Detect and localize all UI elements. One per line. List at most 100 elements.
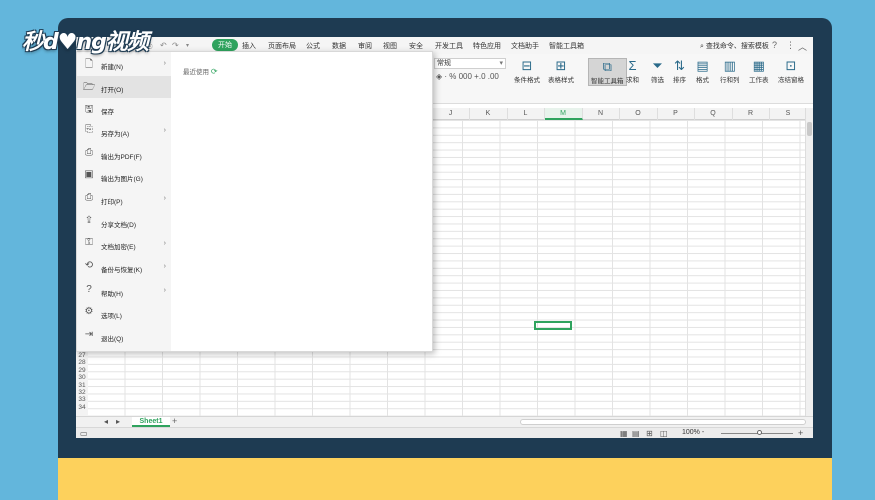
ribbon-button-6[interactable]: ▤ 格式 — [696, 58, 709, 84]
row-header-34[interactable]: 34 — [76, 404, 88, 411]
file-menu-item-label: 输出为PDF(F) — [101, 154, 142, 161]
row-header-27[interactable]: 27 — [76, 352, 88, 359]
ribbon-button-5[interactable]: ⇅ 排序 — [673, 58, 686, 84]
recent-files-label: 最近使用 — [183, 69, 209, 76]
save-as-icon: ⎘ — [85, 124, 93, 135]
tab-11[interactable]: 智能工具箱 — [549, 41, 584, 51]
ribbon-button-1[interactable]: ⊞ 表格样式 — [548, 58, 574, 84]
open-folder-icon: 🗁 — [83, 82, 96, 93]
collapse-ribbon-icon[interactable]: ︿ — [798, 40, 807, 53]
row-header-32[interactable]: 32 — [76, 389, 88, 396]
reading-mode-icon[interactable]: ◫ — [660, 429, 668, 438]
rows-cols-icon: ▥ — [723, 58, 736, 73]
column-header-K[interactable]: K — [470, 108, 508, 120]
watermark-logo: 秒d♥ng视频 — [22, 30, 149, 55]
file-menu-item-9[interactable]: ⟲ 备份与恢复(K) › — [77, 256, 171, 278]
chevron-right-icon: › — [163, 127, 166, 134]
file-menu-item-0[interactable]: 🗋 新建(N) › — [77, 53, 171, 75]
help-icon[interactable]: ? — [772, 40, 777, 50]
column-header-Q[interactable]: Q — [695, 108, 733, 120]
tab-5[interactable]: 审阅 — [358, 41, 372, 51]
zoom-in-icon[interactable]: + — [798, 428, 803, 438]
ribbon-button-9[interactable]: ⊡ 冻结窗格 — [778, 58, 804, 84]
save-icon: 🖫 — [84, 104, 94, 115]
file-menu-item-12[interactable]: ⇥ 退出(Q) — [77, 325, 171, 347]
selected-cell[interactable] — [534, 321, 572, 330]
row-header-33[interactable]: 33 — [76, 396, 88, 403]
file-menu-item-4[interactable]: ⎙ 输出为PDF(F) — [77, 143, 171, 165]
ribbon-button-label: 筛选 — [651, 77, 664, 84]
column-header-S[interactable]: S — [770, 108, 808, 120]
ribbon-button-8[interactable]: ▦ 工作表 — [749, 58, 769, 84]
scroll-thumb[interactable] — [807, 122, 812, 136]
tab-3[interactable]: 公式 — [306, 41, 320, 51]
column-header-J[interactable]: J — [432, 108, 470, 120]
video-bottom-bar — [58, 458, 832, 500]
number-format-select[interactable]: 常规 ▾ — [434, 58, 506, 69]
more-icon[interactable]: ⋮ — [786, 40, 795, 51]
sheet-tab-sheet1[interactable]: Sheet1 — [132, 417, 170, 427]
file-menu-item-3[interactable]: ⎘ 另存为(A) › — [77, 120, 171, 142]
file-menu-item-2[interactable]: 🖫 保存 — [77, 98, 171, 120]
row-header-28[interactable]: 28 — [76, 359, 88, 366]
column-header-N[interactable]: N — [582, 108, 620, 120]
file-menu-panel: 🗋 新建(N) › 🗁 打开(O) 🖫 保存 ⎘ 另存为(A) › ⎙ 输出为PDF(F) ▣ 输出为图片… — [76, 51, 433, 352]
column-header-L[interactable]: L — [507, 108, 545, 120]
vertical-scrollbar[interactable] — [805, 108, 813, 416]
column-header-O[interactable]: O — [620, 108, 658, 120]
normal-view-icon[interactable]: ▦ — [620, 429, 628, 438]
horizontal-scrollbar[interactable] — [520, 419, 806, 425]
format-icon: ▤ — [696, 58, 709, 73]
ribbon-button-2[interactable]: ⧉ 智能工具箱 — [588, 58, 627, 86]
new-file-icon: 🗋 — [84, 59, 94, 70]
column-headers: JKLMNOPQRS — [432, 108, 813, 120]
refresh-icon[interactable]: ⟳ — [211, 67, 218, 76]
sort-icon: ⇅ — [674, 58, 685, 73]
file-menu-item-8[interactable]: ⚿ 文档加密(E) › — [77, 233, 171, 255]
file-menu-item-label: 分享文档(D) — [101, 222, 137, 229]
ribbon-button-0[interactable]: ⊟ 条件格式 — [514, 58, 540, 84]
tab-2[interactable]: 页面布局 — [268, 41, 296, 51]
ribbon-button-4[interactable]: ⏷ 筛选 — [651, 58, 664, 84]
file-menu-item-1[interactable]: 🗁 打开(O) — [77, 76, 171, 98]
tab-10[interactable]: 文档助手 — [511, 41, 539, 51]
customize-icon[interactable]: ▾ — [186, 42, 189, 49]
tab-0[interactable]: 开始 — [212, 39, 238, 51]
file-menu-item-label: 选项(L) — [101, 313, 122, 320]
tab-7[interactable]: 安全 — [409, 41, 423, 51]
sigma-icon: Σ — [628, 58, 637, 73]
macro-icon[interactable]: ▭ — [80, 429, 88, 438]
ribbon-button-3[interactable]: Σ 求和 — [626, 58, 639, 84]
ribbon-button-label: 行和列 — [720, 77, 740, 84]
file-menu-item-6[interactable]: ⎙ 打印(P) › — [77, 188, 171, 210]
row-header-29[interactable]: 29 — [76, 367, 88, 374]
tab-4[interactable]: 数据 — [332, 41, 346, 51]
file-menu-item-7[interactable]: ⇪ 分享文档(D) — [77, 211, 171, 233]
zoom-level[interactable]: 100% - — [682, 429, 704, 436]
tab-8[interactable]: 开发工具 — [435, 41, 463, 51]
page-break-icon[interactable]: ⊞ — [646, 429, 653, 438]
sheet-nav-right-icon[interactable]: ▸ — [116, 417, 120, 426]
ribbon-button-7[interactable]: ▥ 行和列 — [720, 58, 740, 84]
column-header-M[interactable]: M — [544, 108, 583, 120]
ribbon-button-label: 求和 — [626, 77, 639, 84]
undo-icon[interactable]: ↶ — [160, 41, 167, 50]
page-layout-icon[interactable]: ▤ — [632, 429, 640, 438]
tab-1[interactable]: 插入 — [242, 41, 256, 51]
tab-6[interactable]: 视图 — [383, 41, 397, 51]
ribbon-button-label: 条件格式 — [514, 77, 540, 84]
zoom-slider-knob[interactable] — [757, 430, 762, 435]
row-header-30[interactable]: 30 — [76, 374, 88, 381]
column-header-P[interactable]: P — [657, 108, 695, 120]
column-header-R[interactable]: R — [732, 108, 770, 120]
row-header-31[interactable]: 31 — [76, 382, 88, 389]
sheet-nav-left-icon[interactable]: ◂ — [104, 417, 108, 426]
tab-9[interactable]: 特色应用 — [473, 41, 501, 51]
add-sheet-icon[interactable]: + — [172, 416, 177, 426]
file-menu-item-11[interactable]: ⚙ 选项(L) — [77, 302, 171, 324]
redo-icon[interactable]: ↷ — [172, 41, 179, 50]
file-menu-item-10[interactable]: ? 帮助(H) › — [77, 280, 171, 302]
file-menu-item-5[interactable]: ▣ 输出为图片(G) — [77, 165, 171, 187]
command-search[interactable]: ⌕ 查找命令、搜索模板 — [700, 41, 769, 51]
number-format-buttons[interactable]: ◈ · % 000 +.0 .00 — [436, 72, 499, 81]
